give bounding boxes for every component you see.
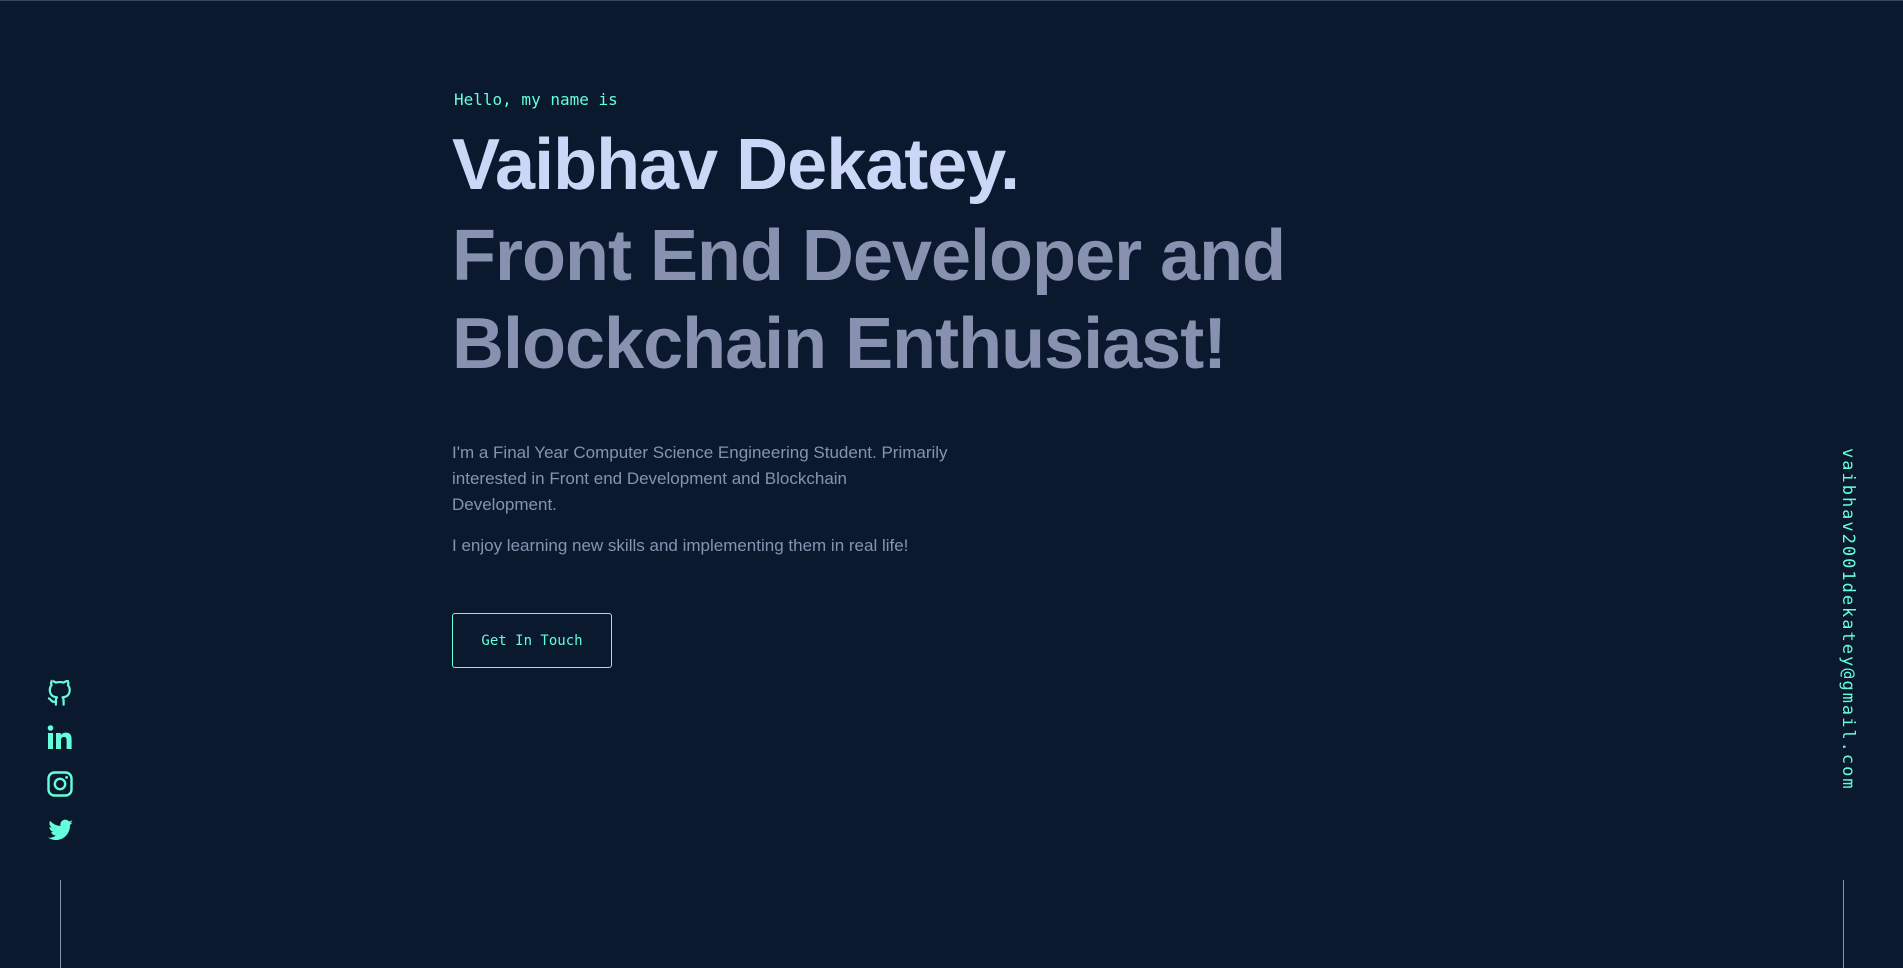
about-paragraph-1: I'm a Final Year Computer Science Engine… bbox=[452, 443, 948, 514]
instagram-link[interactable] bbox=[44, 768, 76, 800]
twitter-icon bbox=[48, 819, 73, 840]
twitter-link[interactable] bbox=[44, 814, 76, 846]
linkedin-link[interactable] bbox=[44, 722, 76, 754]
hero-tagline: Front End Developer and Blockchain Enthu… bbox=[452, 216, 1286, 384]
greeting-text: Hello, my name is bbox=[454, 90, 618, 109]
github-icon bbox=[47, 679, 71, 706]
top-divider bbox=[0, 0, 1903, 1]
github-link[interactable] bbox=[44, 676, 76, 708]
right-vertical-line bbox=[1843, 880, 1844, 968]
about-paragraph-2: I enjoy learning new skills and implemen… bbox=[452, 536, 909, 555]
hero-section: Hello, my name is Vaibhav Dekatey. Front… bbox=[452, 90, 1352, 574]
social-links bbox=[44, 676, 76, 846]
left-vertical-line bbox=[60, 880, 61, 968]
linkedin-icon bbox=[47, 725, 72, 749]
instagram-icon bbox=[47, 771, 73, 797]
get-in-touch-button[interactable]: Get In Touch bbox=[452, 613, 612, 668]
email-link[interactable]: vaibhav2001dekatey@gmail.com bbox=[1828, 448, 1858, 848]
hero-name: Vaibhav Dekatey. bbox=[452, 125, 1020, 205]
about-text: I'm a Final Year Computer Science Engine… bbox=[452, 440, 952, 559]
